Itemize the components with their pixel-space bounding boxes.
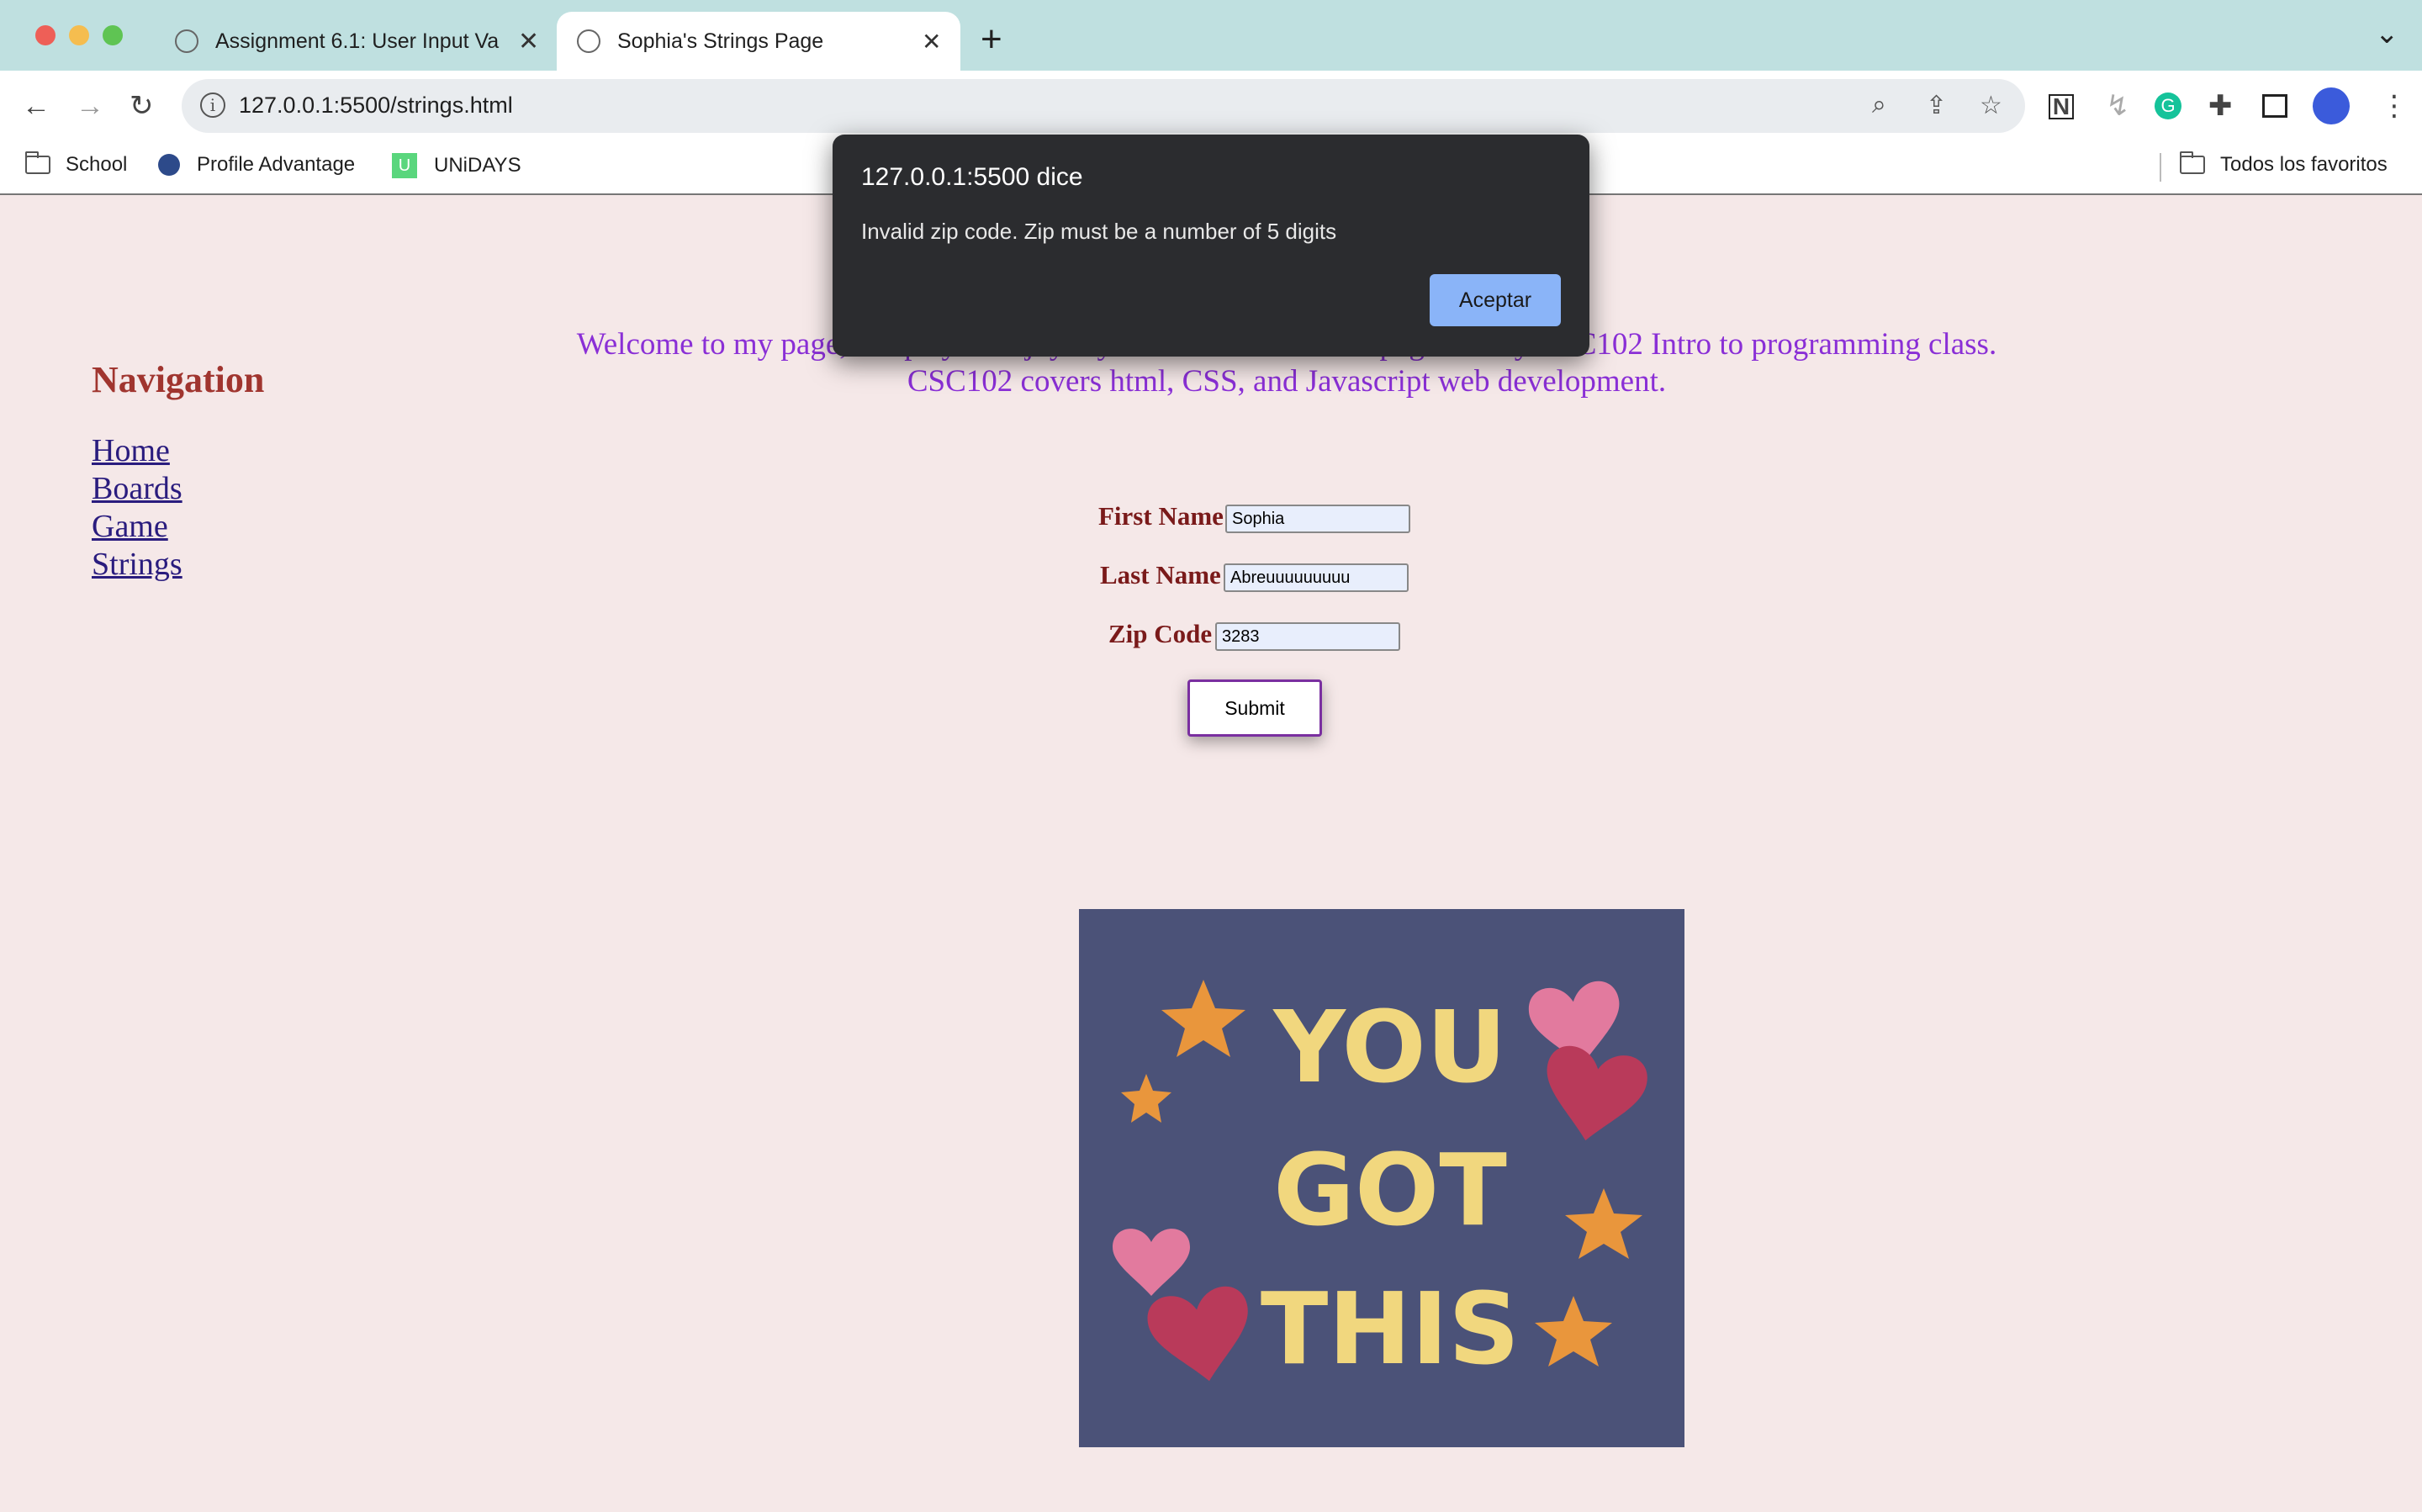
tab-search-chevron-icon[interactable]: ⌄ — [2375, 17, 2399, 50]
globe-icon — [158, 154, 180, 176]
unidays-icon: U — [392, 153, 417, 178]
all-bookmarks-folder[interactable]: Todos los favoritos — [2180, 151, 2388, 177]
reload-icon[interactable]: ↻ — [130, 89, 154, 123]
poster-text-line-1: YOU — [1272, 989, 1506, 1105]
globe-favicon-icon — [577, 29, 600, 53]
bookmark-unidays[interactable]: U UNiDAYS — [392, 153, 521, 178]
dialog-title: 127.0.0.1:5500 dice — [861, 163, 1083, 191]
extensions-puzzle-icon[interactable]: ✚ — [2208, 89, 2233, 123]
folder-icon — [25, 151, 50, 174]
grammarly-icon[interactable]: G — [2155, 93, 2181, 119]
tab-assignment[interactable]: Assignment 6.1: User Input Va ✕ — [165, 12, 552, 71]
last-name-input[interactable] — [1224, 563, 1409, 592]
alert-dialog: 127.0.0.1:5500 dice Invalid zip code. Zi… — [833, 135, 1589, 357]
site-info-icon[interactable]: i — [200, 93, 225, 118]
maximize-window-button[interactable] — [103, 25, 123, 45]
address-bar[interactable]: i 127.0.0.1:5500/strings.html ⌕ ⇪ ☆ — [182, 79, 2025, 133]
address-bar-url[interactable]: 127.0.0.1:5500/strings.html — [239, 93, 513, 119]
first-name-label: First Name — [1098, 501, 1224, 531]
bookmark-label: School — [66, 153, 128, 176]
new-tab-button[interactable]: + — [981, 19, 1002, 61]
nav-link-strings[interactable]: Strings — [92, 546, 182, 583]
course-favicon-icon — [175, 29, 198, 53]
welcome-line-2: CSC102 covers html, CSS, and Javascript … — [907, 364, 1667, 399]
minimize-window-button[interactable] — [69, 25, 89, 45]
profile-avatar[interactable] — [2313, 87, 2350, 124]
bookmark-label: Profile Advantage — [197, 153, 356, 176]
browser-toolbar: ← → ↻ i 127.0.0.1:5500/strings.html ⌕ ⇪ … — [0, 71, 2422, 141]
forward-arrow-icon[interactable]: → — [76, 89, 104, 123]
share-icon[interactable]: ⇪ — [1926, 91, 1947, 120]
extension-icon[interactable]: ↯ — [2106, 89, 2130, 123]
tab-strip: Assignment 6.1: User Input Va ✕ Sophia's… — [0, 0, 2422, 71]
dialog-accept-button[interactable]: Aceptar — [1430, 274, 1561, 326]
dialog-message: Invalid zip code. Zip must be a number o… — [861, 219, 1337, 244]
poster-text-line-2: GOT — [1273, 1132, 1507, 1248]
poster-text-line-3: THIS — [1261, 1271, 1520, 1387]
zip-code-label: Zip Code — [1108, 619, 1213, 648]
folder-icon — [2180, 151, 2205, 174]
nav-link-home[interactable]: Home — [92, 432, 170, 469]
bookmark-star-icon[interactable]: ☆ — [1980, 91, 2002, 120]
tab-title: Sophia's Strings Page — [617, 29, 824, 53]
nav-link-game[interactable]: Game — [92, 508, 168, 545]
first-name-input[interactable] — [1225, 505, 1410, 533]
tab-title: Assignment 6.1: User Input Va — [215, 29, 500, 53]
tab-close-icon[interactable]: ✕ — [518, 27, 539, 56]
bookmark-school[interactable]: School — [25, 151, 128, 177]
back-arrow-icon[interactable]: ← — [22, 89, 50, 123]
bookmark-label: Todos los favoritos — [2220, 153, 2388, 176]
last-name-label: Last Name — [1100, 560, 1221, 589]
bookmarks-divider — [2160, 153, 2161, 182]
bookmark-label: UNiDAYS — [434, 154, 521, 177]
navigation-heading: Navigation — [92, 359, 265, 400]
you-got-this-poster: YOU GOT THIS — [1079, 909, 1684, 1447]
bookmark-profile-advantage[interactable]: Profile Advantage — [158, 153, 355, 177]
tab-strings-page[interactable]: Sophia's Strings Page ✕ — [557, 12, 960, 71]
nav-link-boards[interactable]: Boards — [92, 470, 182, 507]
tab-close-icon[interactable]: ✕ — [922, 28, 941, 56]
zoom-icon[interactable]: ⌕ — [1872, 91, 1886, 119]
zip-code-input[interactable] — [1215, 622, 1400, 651]
submit-button[interactable]: Submit — [1187, 679, 1322, 737]
menu-kebab-icon[interactable]: ⋮ — [2380, 89, 2409, 123]
close-window-button[interactable] — [35, 25, 56, 45]
notion-extension-icon[interactable]: N — [2049, 94, 2074, 119]
side-panel-icon[interactable] — [2262, 94, 2287, 118]
